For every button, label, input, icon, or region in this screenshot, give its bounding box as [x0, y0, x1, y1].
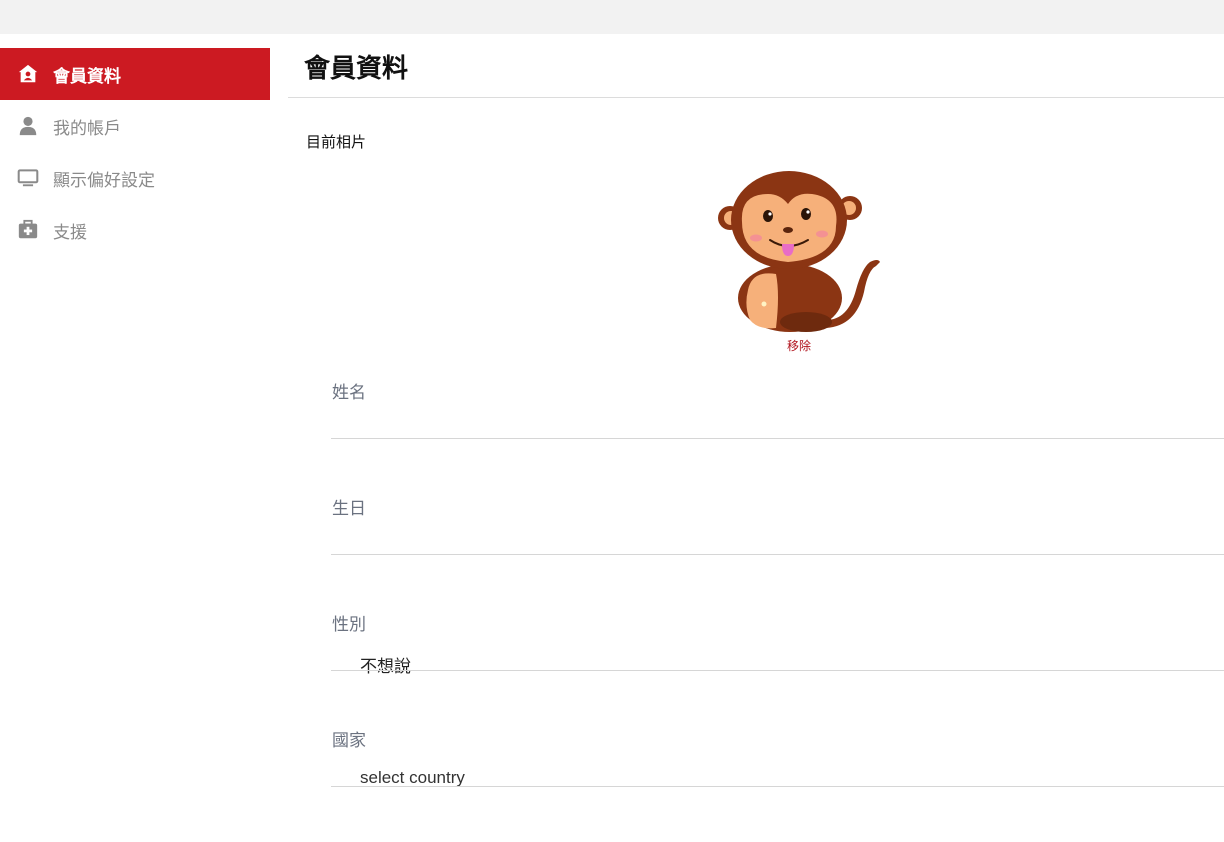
field-underline — [331, 438, 1224, 439]
gender-label: 性別 — [332, 615, 366, 635]
sidebar: 會員資料 我的帳戶 顯示偏好設定 支援 — [0, 48, 270, 256]
sidebar-item-account[interactable]: 我的帳戶 — [0, 100, 270, 152]
sidebar-item-display-preferences[interactable]: 顯示偏好設定 — [0, 152, 270, 204]
name-field: 姓名 — [331, 378, 1224, 494]
top-bar — [0, 0, 1224, 34]
field-underline — [331, 786, 1224, 787]
field-underline — [331, 554, 1224, 555]
remove-photo-link[interactable]: 移除 — [787, 337, 811, 354]
sidebar-item-support[interactable]: 支援 — [0, 204, 270, 256]
sidebar-item-profile[interactable]: 會員資料 — [0, 48, 270, 100]
main-content: 會員資料 目前相片 移除 姓名 生日 性別 不想說 國家 select coun… — [288, 34, 1224, 811]
title-divider — [288, 97, 1224, 98]
home-user-icon — [17, 63, 39, 85]
birthday-label: 生日 — [332, 499, 366, 519]
sidebar-item-label: 支援 — [53, 222, 87, 243]
page-title: 會員資料 — [304, 54, 409, 84]
country-select[interactable]: select country — [360, 768, 465, 788]
country-field: 國家 select country — [331, 726, 1224, 842]
name-input[interactable] — [331, 408, 1224, 438]
sidebar-item-label: 顯示偏好設定 — [53, 170, 155, 191]
field-underline — [331, 670, 1224, 671]
birthday-field: 生日 — [331, 494, 1224, 610]
gender-field: 性別 不想說 — [331, 610, 1224, 726]
monkey-avatar — [718, 170, 882, 332]
sidebar-item-label: 我的帳戶 — [53, 118, 121, 139]
user-icon — [17, 115, 39, 137]
birthday-input[interactable] — [331, 524, 1224, 554]
name-label: 姓名 — [332, 383, 366, 403]
gender-select[interactable]: 不想說 — [360, 652, 411, 677]
sidebar-item-label: 會員資料 — [53, 66, 121, 87]
monitor-icon — [17, 167, 39, 189]
first-aid-kit-icon — [17, 219, 39, 241]
country-label: 國家 — [332, 731, 366, 751]
current-photo-label: 目前相片 — [306, 133, 367, 151]
